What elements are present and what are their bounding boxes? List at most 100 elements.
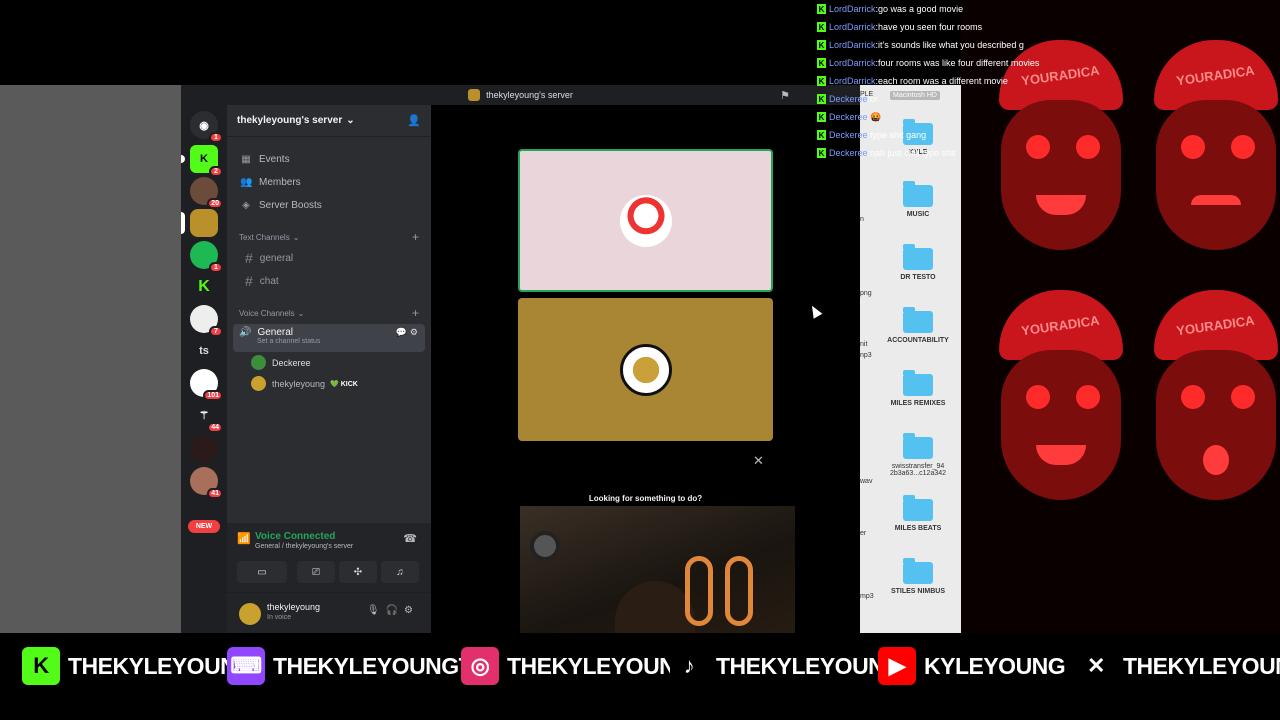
avatar [619,343,672,396]
folder-icon [903,370,933,396]
x-icon: ✕ [1077,647,1115,685]
direct-messages-button[interactable]: ◉ 1 [190,111,223,143]
tiktok-icon: ♪ [670,647,708,685]
chat-text: have you seen four rooms [878,22,983,32]
server-icon-10[interactable]: ⚚ 44 [190,401,223,433]
voice-connected-panel: 📶 Voice Connected General / thekyleyoung… [227,523,431,593]
server-kick[interactable]: K2 [181,145,223,177]
chat-username: LordDarrick [829,22,876,32]
channel-general[interactable]: # general [233,247,425,269]
user-controls[interactable]: 🎙🎧⚙ [367,605,419,616]
speaker-icon: 🔊 [239,327,252,338]
chat-username: LordDarrick [829,4,876,14]
kick-icon: K [817,40,826,50]
unread-badge: 2 [209,166,223,177]
channel-status[interactable]: Set a channel status [257,338,425,345]
unread-badge: 1 [209,262,223,273]
social-handle-twitch: ⌨ THEKYLEYOUNGTV [227,645,488,687]
disconnect-icon[interactable]: ☎ [403,532,417,545]
channel-actions[interactable]: 💬⚙ [396,327,421,338]
instagram-icon: ◎ [461,647,499,685]
invite-people-icon[interactable]: 👤 [407,114,421,127]
server-header[interactable]: thekyleyoung's server ⌄ 👤 [227,105,431,137]
server-list: ◉ 1 K2 20 1 K 7 ts 101 ⚚ 44 41 NEW [181,105,227,633]
folder-stiles-nimbus[interactable]: STILES NIMBUS [860,558,976,595]
server-icon-9[interactable]: 101 [190,369,223,401]
emoji-face: YOURADICA [1136,0,1280,280]
screen-share-button[interactable]: ⎚ [297,561,335,583]
kick-icon: K [22,647,60,685]
voice-user[interactable]: thekyleyoung 💚 KICK [227,373,431,394]
soundboard-button[interactable]: ♫ [381,561,419,583]
folder-music[interactable]: MUSIC [860,181,976,218]
chevron-down-icon: ⌄ [292,232,300,242]
folder-miles-beats[interactable]: MILES BEATS [860,495,976,532]
folder-miles-remixes[interactable]: MILES REMIXES [860,370,976,407]
chat-text: each room was a different movie [878,76,1008,86]
camera-off-icon: ▭ [257,566,267,578]
chat-message: K Deckeree: nah just chill type shit [817,148,956,158]
chat-message: K LordDarrick: have you seen four rooms [817,22,983,32]
chat-text: nah just chill type shit [870,148,956,158]
voice-channel-general[interactable]: 🔊 General Set a channel status 💬⚙ [233,324,425,352]
file-name-fragment: wav [860,478,873,485]
boost-icon: ◈ [242,199,250,211]
finder-desktop: Macintosh HD KYLE MUSIC DR TESTO ACCOUNT… [860,85,961,633]
file-name-fragment: np3 [860,352,872,359]
chat-text: 🤬 [870,111,882,122]
server-thekyleyoung[interactable] [181,209,218,237]
server-kick-2[interactable]: K [190,273,218,301]
kick-icon: K [817,58,826,68]
avatar[interactable] [239,603,261,625]
stream-backdrop-top [0,0,820,85]
server-ts[interactable]: ts [190,337,218,365]
channel-chat[interactable]: # chat [233,270,425,292]
server-icon-3[interactable]: 20 [190,177,223,209]
voice-user[interactable]: Deckeree [227,352,431,373]
social-handle-text: THEKYLEYOUNG [507,652,693,679]
kick-icon: K [817,112,826,122]
chat-overlay: K LordDarrick: go was a good movie K LordDa… [817,0,1117,162]
file-name-fragment: n [860,216,864,223]
chevron-down-icon: ⌄ [297,308,305,318]
server-name: thekyleyoung's server [237,115,343,126]
folder-swisstransfer[interactable]: swisstransfer_94 2b3a63...c12a342 [860,433,976,477]
folder-accountability[interactable]: ACCOUNTABILITY [860,307,976,344]
chat-text: four rooms was like four different movie… [878,58,1040,68]
signal-icon: 📶 [237,533,251,545]
category-text-channels[interactable]: Text Channels ⌄ + [227,228,431,246]
participant-tile[interactable] [518,149,773,292]
server-icon-7[interactable]: 7 [190,305,223,337]
social-handle-text: KYLEYOUNG [924,652,1066,679]
close-icon[interactable]: ✕ [753,453,764,469]
social-handle-youtube: ▶ KYLEYOUNG [878,645,1066,687]
social-handle-instagram: ◎ THEKYLEYOUNG [461,645,693,687]
category-voice-channels[interactable]: Voice Channels ⌄ + [227,304,431,322]
add-channel-icon[interactable]: + [412,306,419,320]
chevron-down-icon: ⌄ [346,115,355,126]
nav-members[interactable]: 👥 Members [227,171,431,193]
nav-events[interactable]: ▦ Events [227,148,431,170]
youtube-icon: ▶ [878,647,916,685]
server-icon-11[interactable] [190,435,218,463]
avatar [251,355,266,370]
folder-icon [903,307,933,333]
chat-message: K LordDarrick: it's sounds like what you … [817,40,1024,50]
chat-message: K LordDarrick: go was a good movie [817,4,964,14]
chat-text: go was a good movie [878,4,964,14]
nav-server-boosts[interactable]: ◈ Server Boosts [227,194,431,216]
emoji-face: YOURADICA [981,250,1141,530]
participant-tile[interactable] [518,298,773,441]
server-icon-12[interactable]: 41 [190,467,223,499]
add-channel-icon[interactable]: + [412,230,419,244]
file-name-fragment: er [860,530,867,537]
server-icon-5[interactable]: 1 [190,241,223,273]
chat-text: or [870,94,879,104]
folder-dr-testo[interactable]: DR TESTO [860,244,976,281]
activities-button[interactable]: ✣ [339,561,377,583]
camera-button[interactable]: ▭ [237,561,287,583]
kick-icon: K [817,94,826,104]
kick-icon: K [817,130,826,140]
chat-username: Deckeree [829,130,868,140]
inbox-icon[interactable]: ⚑ [780,89,790,102]
